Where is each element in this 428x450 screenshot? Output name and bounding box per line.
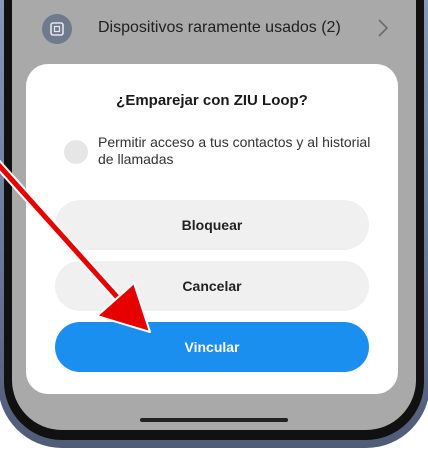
rarely-used-devices-label: Dispositivos raramente usados (2)	[98, 19, 341, 36]
home-indicator-bar	[140, 418, 288, 422]
contacts-access-checkbox[interactable]	[64, 140, 88, 164]
rarely-used-devices-row[interactable]: Dispositivos raramente usados (2)	[12, 0, 416, 58]
dialog-title: ¿Emparejar con ZIU Loop?	[116, 92, 308, 109]
pairing-dialog: ¿Emparejar con ZIU Loop? Permitir acceso…	[26, 64, 398, 394]
cancel-button[interactable]: Cancelar	[55, 261, 369, 311]
block-button[interactable]: Bloquear	[55, 200, 369, 250]
contacts-access-label: Permitir acceso a tus contactos y al his…	[98, 134, 371, 167]
device-box-icon	[42, 14, 72, 44]
link-button[interactable]: Vincular	[55, 322, 369, 372]
screenshot-stage: Dispositivos raramente usados (2) ¿Empar…	[0, 0, 428, 450]
phone-screen: Dispositivos raramente usados (2) ¿Empar…	[12, 0, 416, 430]
chevron-right-icon	[378, 19, 389, 37]
